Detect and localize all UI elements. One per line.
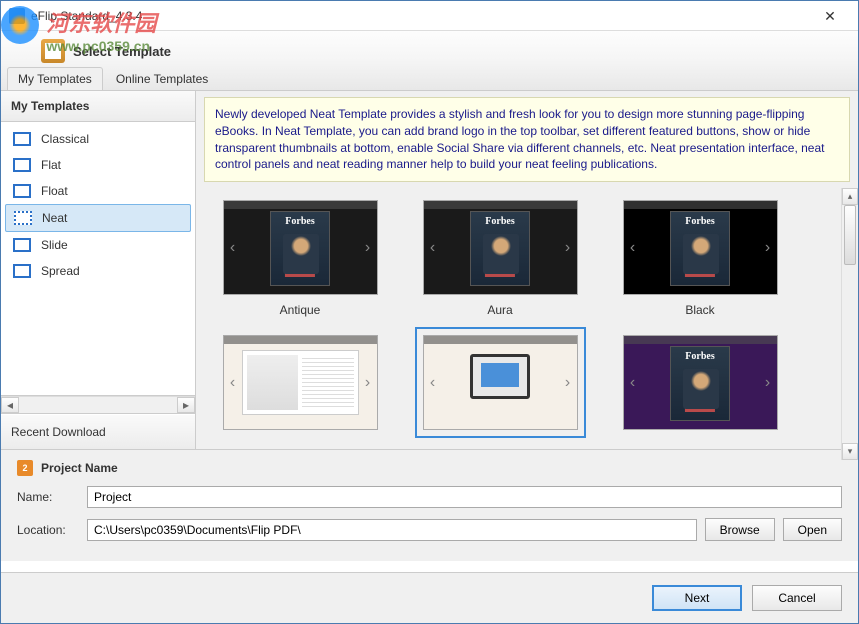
template-icon <box>14 211 32 225</box>
name-label: Name: <box>17 490 87 504</box>
sidebar-item-label: Slide <box>41 238 68 252</box>
main-area: My Templates Classical Flat Float Neat S… <box>1 91 858 449</box>
thumbnail-caption: Black <box>600 303 800 317</box>
template-category-list: Classical Flat Float Neat Slide Spread <box>1 122 195 396</box>
project-location-input[interactable] <box>87 519 697 541</box>
content-vscrollbar[interactable]: ▴ ▾ <box>841 188 858 460</box>
thumbnail-preview: ‹› <box>223 335 378 430</box>
open-button[interactable]: Open <box>783 518 842 541</box>
template-icon <box>13 264 31 278</box>
next-button[interactable]: Next <box>652 585 742 611</box>
scroll-down-icon[interactable]: ▾ <box>842 443 858 460</box>
project-section: Project Name Name: Location: Browse Open <box>1 449 858 561</box>
template-icon <box>13 238 31 252</box>
template-description: Newly developed Neat Template provides a… <box>204 97 850 182</box>
browse-button[interactable]: Browse <box>705 518 775 541</box>
sidebar-hscrollbar[interactable]: ◂ ▸ <box>1 396 195 414</box>
sidebar-item-label: Float <box>41 184 68 198</box>
template-icon <box>13 184 31 198</box>
scroll-up-icon[interactable]: ▴ <box>842 188 858 205</box>
template-thumbnails: PEACE‹› Antique PEACE‹› Aura PEACE‹› Bla… <box>196 188 841 460</box>
project-heading: Project Name <box>41 461 118 475</box>
tab-my-templates[interactable]: My Templates <box>7 67 103 90</box>
thumb-book[interactable]: ‹› <box>200 335 400 438</box>
sidebar-item-neat[interactable]: Neat <box>5 204 191 232</box>
thumb-monitor[interactable]: ‹› <box>400 335 600 438</box>
recent-download-section[interactable]: Recent Download <box>1 414 195 449</box>
tab-online-templates[interactable]: Online Templates <box>105 67 220 90</box>
thumbnail-caption: Aura <box>400 303 600 317</box>
tab-bar: My Templates Online Templates <box>1 67 858 90</box>
sidebar-item-slide[interactable]: Slide <box>5 232 191 258</box>
thumb-black[interactable]: PEACE‹› Black <box>600 200 800 317</box>
scroll-right-icon[interactable]: ▸ <box>177 397 195 413</box>
sidebar-item-float[interactable]: Float <box>5 178 191 204</box>
header-title: Select Template <box>73 44 171 59</box>
thumbnail-preview: PEACE‹› <box>423 200 578 295</box>
sidebar-item-label: Spread <box>41 264 80 278</box>
thumb-aura[interactable]: PEACE‹› Aura <box>400 200 600 317</box>
sidebar: My Templates Classical Flat Float Neat S… <box>1 91 196 449</box>
template-icon <box>41 39 65 63</box>
scroll-left-icon[interactable]: ◂ <box>1 397 19 413</box>
titlebar: eFlip Standard_4.3.4 ✕ <box>1 1 858 31</box>
template-icon <box>13 132 31 146</box>
thumb-antique[interactable]: PEACE‹› Antique <box>200 200 400 317</box>
thumbnail-preview: ‹› <box>423 335 578 430</box>
sidebar-item-label: Flat <box>41 158 61 172</box>
scroll-thumb[interactable] <box>844 205 856 265</box>
app-icon <box>9 8 25 24</box>
cancel-button[interactable]: Cancel <box>752 585 842 611</box>
thumbnail-preview: PEACE‹› <box>623 335 778 430</box>
sidebar-heading: My Templates <box>1 91 195 122</box>
footer: Next Cancel <box>1 572 858 623</box>
sidebar-item-label: Classical <box>41 132 89 146</box>
scroll-track[interactable] <box>19 397 177 413</box>
close-button[interactable]: ✕ <box>810 2 850 30</box>
thumb-purple[interactable]: PEACE‹› <box>600 335 800 438</box>
template-icon <box>13 158 31 172</box>
content-area: Newly developed Neat Template provides a… <box>196 91 858 449</box>
location-label: Location: <box>17 523 87 537</box>
sidebar-item-flat[interactable]: Flat <box>5 152 191 178</box>
header: Select Template My Templates Online Temp… <box>1 31 858 91</box>
thumbnail-preview: PEACE‹› <box>623 200 778 295</box>
thumbnail-preview: PEACE‹› <box>223 200 378 295</box>
sidebar-item-spread[interactable]: Spread <box>5 258 191 284</box>
sidebar-item-label: Neat <box>42 211 67 225</box>
step-2-icon <box>17 460 33 476</box>
window-title: eFlip Standard_4.3.4 <box>31 9 810 23</box>
sidebar-item-classical[interactable]: Classical <box>5 126 191 152</box>
thumbnail-caption: Antique <box>200 303 400 317</box>
project-name-input[interactable] <box>87 486 842 508</box>
